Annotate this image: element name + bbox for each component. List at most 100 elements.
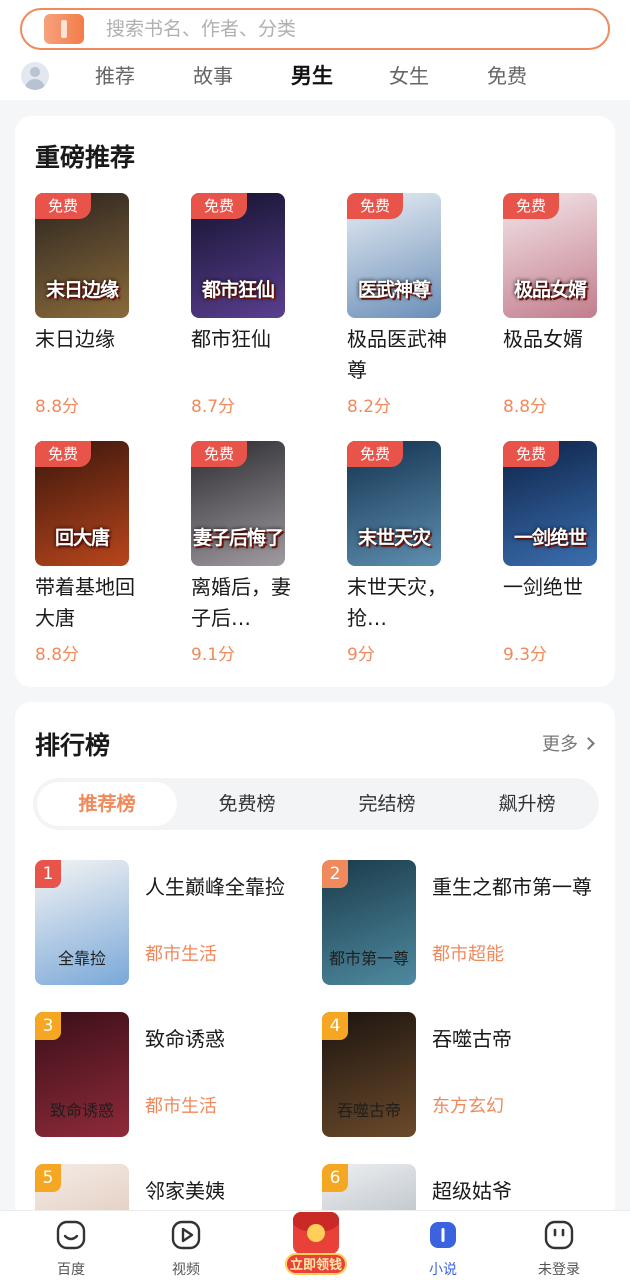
tab-rising-rank[interactable]: 飙升榜 [457, 782, 597, 826]
free-badge: 免费 [503, 193, 559, 219]
cover-title: 末世天灾 [357, 527, 431, 549]
red-packet-label: 立即领钱 [285, 1253, 347, 1275]
book-score: 8.8分 [503, 397, 548, 417]
search-bar[interactable] [20, 8, 610, 50]
free-badge: 免费 [503, 441, 559, 467]
cover-title: 致命诱惑 [49, 1101, 114, 1120]
book-score: 8.7分 [191, 397, 236, 417]
book-score: 8.8分 [35, 397, 80, 417]
book-category: 都市生活 [145, 944, 217, 965]
book-card[interactable]: 末世天灾 免费末世天灾，抢… [347, 441, 477, 634]
tab-free[interactable]: 免费 [487, 58, 527, 94]
book-score: 8.8分 [35, 645, 80, 665]
nav-baidu[interactable]: 百度 [31, 1219, 111, 1279]
book-title: 带着基地回大唐 [35, 575, 135, 630]
rank-number: 3 [35, 1012, 61, 1040]
rank-number: 5 [35, 1164, 61, 1192]
book-card[interactable]: 医武神尊 免费极品医武神尊 [347, 193, 477, 386]
more-label: 更多 [542, 734, 578, 755]
book-title: 致命诱惑 [145, 1027, 225, 1051]
channel-tabs: 推荐 故事 男生 女生 免费 [0, 58, 630, 98]
book-title: 极品医武神尊 [347, 327, 447, 382]
book-cover: 极品女婿 免费 [503, 193, 597, 318]
tab-free-rank[interactable]: 免费榜 [177, 782, 317, 826]
book-title: 吞噬古帝 [432, 1027, 512, 1051]
nav-label: 未登录 [538, 1262, 580, 1278]
more-link[interactable]: 更多 [542, 730, 595, 756]
free-badge: 免费 [347, 441, 403, 467]
free-badge: 免费 [35, 193, 91, 219]
book-cover: 医武神尊 免费 [347, 193, 441, 318]
book-title: 极品女婿 [503, 327, 583, 351]
book-score: 8.2分 [347, 397, 392, 417]
cover-title: 妻子后悔了 [192, 527, 284, 549]
book-cover: 妻子后悔了 免费 [191, 441, 285, 566]
tab-female[interactable]: 女生 [389, 58, 429, 94]
tab-story[interactable]: 故事 [193, 58, 233, 94]
book-score: 9.3分 [503, 645, 548, 665]
tab-recommend[interactable]: 推荐 [95, 58, 135, 94]
cover-title: 末日边缘 [45, 279, 119, 301]
nav-label: 视频 [172, 1262, 200, 1278]
book-card[interactable]: 一剑绝世 免费 一剑绝世 [503, 441, 630, 603]
ranking-item[interactable]: 致命诱惑 3 致命诱惑 都市生活 [35, 1012, 315, 1137]
book-title: 人生巅峰全靠捡 [145, 875, 285, 899]
book-cover: 都市狂仙 免费 [191, 193, 285, 318]
cover-title: 极品女婿 [513, 279, 587, 301]
book-cover: 一剑绝世 免费 [503, 441, 597, 566]
search-input[interactable] [106, 18, 566, 40]
book-category: 都市生活 [145, 1096, 217, 1117]
user-icon [544, 1220, 574, 1250]
rank-number: 4 [322, 1012, 348, 1040]
rank-number: 6 [322, 1164, 348, 1192]
cover-title: 全靠捡 [57, 949, 106, 968]
ranking-item[interactable]: 都市第一尊 2 重生之都市第一尊 都市超能 [322, 860, 602, 985]
baidu-icon [56, 1220, 86, 1250]
nav-label: 百度 [57, 1262, 85, 1278]
rank-number: 2 [322, 860, 348, 888]
chevron-right-icon [582, 736, 595, 750]
ranking-item[interactable]: 全靠捡 1 人生巅峰全靠捡 都市生活 [35, 860, 315, 985]
nav-account[interactable]: 未登录 [519, 1219, 599, 1279]
book-card[interactable]: 回大唐 免费带着基地回大唐 [35, 441, 165, 634]
book-card[interactable]: 极品女婿 免费极品女婿 [503, 193, 630, 355]
ranking-item[interactable]: 吞噬古帝 4 吞噬古帝 东方玄幻 [322, 1012, 602, 1137]
free-badge: 免费 [191, 193, 247, 219]
book-cover: 回大唐 免费 [35, 441, 129, 566]
free-badge: 免费 [347, 193, 403, 219]
tab-finished-rank[interactable]: 完结榜 [317, 782, 457, 826]
book-title: 末日边缘 [35, 327, 115, 351]
book-score: 9分 [347, 645, 375, 665]
free-badge: 免费 [35, 441, 91, 467]
rank-number: 1 [35, 860, 61, 888]
free-badge: 免费 [191, 441, 247, 467]
ranking-tabs: 推荐榜 免费榜 完结榜 飙升榜 [33, 778, 599, 830]
book-title: 邻家美姨 [145, 1179, 225, 1203]
tab-male[interactable]: 男生 [291, 58, 333, 94]
nav-label: 小说 [429, 1262, 457, 1278]
book-title: 离婚后，妻子后… [191, 575, 291, 630]
book-card[interactable]: 末日边缘 免费末日边缘 [35, 193, 165, 355]
cover-title: 医武神尊 [357, 279, 431, 301]
cover-title: 都市狂仙 [201, 279, 275, 301]
section-title: 重磅推荐 [35, 143, 136, 172]
book-score: 9.1分 [191, 645, 236, 665]
book-logo-icon [44, 14, 84, 44]
book-title: 末世天灾，抢… [347, 575, 447, 630]
book-category: 东方玄幻 [432, 1096, 504, 1117]
red-packet-button[interactable]: 立即领钱 [285, 1206, 347, 1278]
book-card[interactable]: 妻子后悔了 免费离婚后，妻子后… [191, 441, 321, 634]
video-icon [171, 1220, 201, 1250]
top-header: 推荐 故事 男生 女生 免费 [0, 0, 630, 100]
nav-novel[interactable]: 小说 [403, 1219, 483, 1279]
book-category: 都市超能 [432, 944, 504, 965]
nav-video[interactable]: 视频 [146, 1219, 226, 1279]
book-title: 重生之都市第一尊 [432, 875, 592, 899]
book-card[interactable]: 都市狂仙 免费 都市狂仙 [191, 193, 321, 355]
book-cover: 末世天灾 免费 [347, 441, 441, 566]
novel-icon [430, 1222, 456, 1248]
book-title: 超级姑爷 [432, 1179, 512, 1203]
cover-title: 都市第一尊 [328, 949, 409, 968]
cover-title: 吞噬古帝 [336, 1101, 401, 1120]
tab-recommend-rank[interactable]: 推荐榜 [37, 782, 177, 826]
